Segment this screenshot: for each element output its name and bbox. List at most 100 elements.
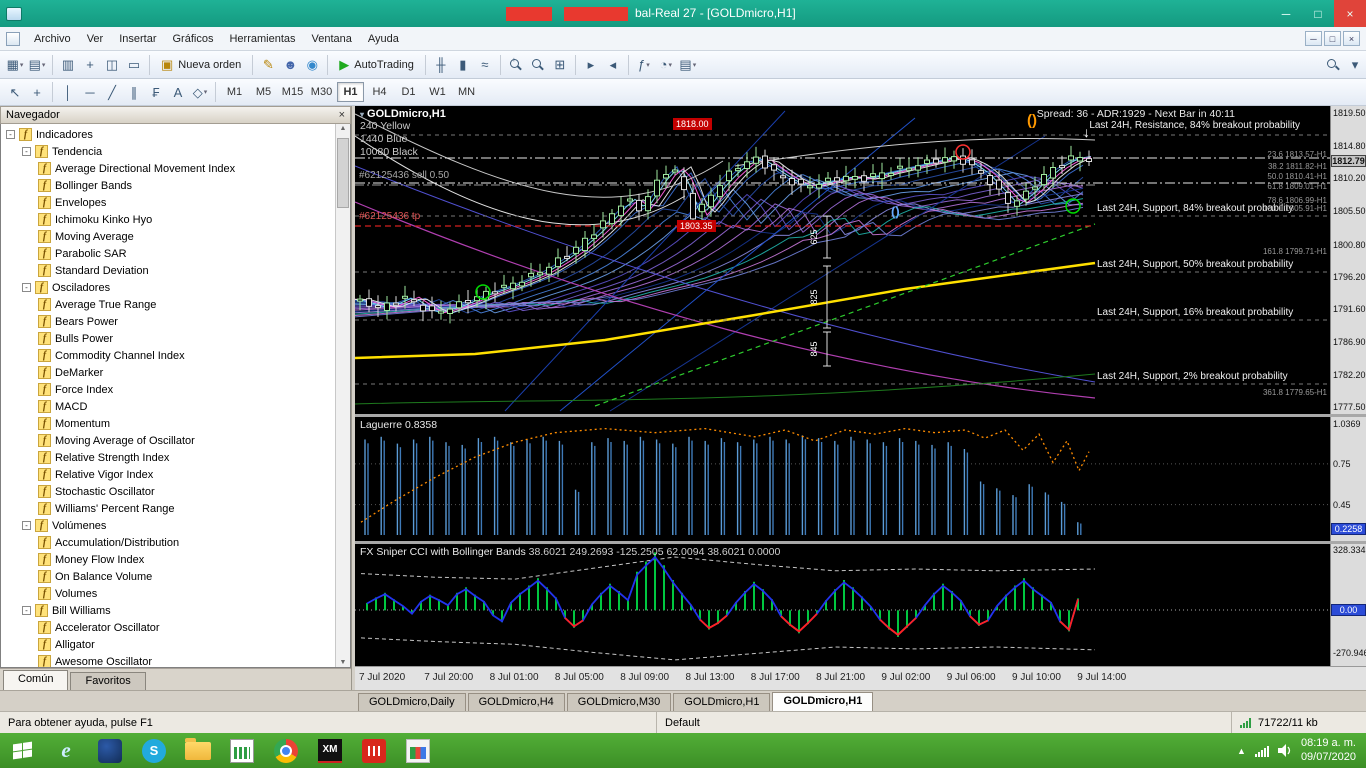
templates-icon[interactable]: ▤ ▾ xyxy=(677,54,699,76)
mdi-close-button[interactable]: × xyxy=(1343,31,1360,46)
tree-expander-icon[interactable]: - xyxy=(22,147,31,156)
maximize-button[interactable]: □ xyxy=(1302,0,1334,27)
skype-icon[interactable]: S xyxy=(132,733,176,768)
tree-item[interactable]: f Awesome Oscillator xyxy=(1,653,334,667)
chart-shift-icon[interactable]: ◂ xyxy=(602,54,624,76)
menu-herramientas[interactable]: Herramientas xyxy=(221,30,303,48)
dropdown-arrow-icon[interactable]: ▾ xyxy=(42,61,46,69)
navigator-scrollbar[interactable]: ▲ ▼ xyxy=(335,124,350,667)
timeframe-d1[interactable]: D1 xyxy=(395,82,422,102)
taskbar-clock[interactable]: 08:19 a. m. 09/07/2020 xyxy=(1301,737,1356,765)
close-button[interactable]: × xyxy=(1334,0,1366,27)
timeframe-h4[interactable]: H4 xyxy=(366,82,393,102)
mdi-minimize-button[interactable]: ─ xyxy=(1305,31,1322,46)
tree-item[interactable]: f Stochastic Oscillator xyxy=(1,483,334,500)
laguerre-panel[interactable]: Laguerre 0.8358 xyxy=(355,417,1330,541)
terminal-icon[interactable]: ▭ xyxy=(123,54,145,76)
chrome-icon[interactable] xyxy=(264,733,308,768)
experts-icon[interactable]: ☻ xyxy=(279,54,301,76)
new-order-button[interactable]: ▣ Nueva orden xyxy=(154,54,248,76)
navigator-icon[interactable]: ◫ xyxy=(101,54,123,76)
tree-root-indicadores[interactable]: - f Indicadores xyxy=(1,126,334,143)
navigator-tab-favoritos[interactable]: Favoritos xyxy=(70,672,146,690)
tree-item[interactable]: f Money Flow Index xyxy=(1,551,334,568)
internet-explorer-icon[interactable]: e xyxy=(44,733,88,768)
tree-item[interactable]: f Moving Average xyxy=(1,228,334,245)
search-icon[interactable] xyxy=(1322,54,1344,76)
timeframe-h1[interactable]: H1 xyxy=(337,82,364,102)
tree-item[interactable]: f Average Directional Movement Index xyxy=(1,160,334,177)
scroll-down-icon[interactable]: ▼ xyxy=(340,659,347,666)
crosshair-icon[interactable]: + xyxy=(26,81,48,103)
autotrading-button[interactable]: ▶ AutoTrading xyxy=(332,54,421,76)
zoom-out-icon[interactable]: − xyxy=(527,54,549,76)
metatrader-red-icon[interactable] xyxy=(352,733,396,768)
help-dropdown-icon[interactable]: ▾ xyxy=(1344,54,1366,76)
tree-item[interactable]: f Force Index xyxy=(1,381,334,398)
app-blue-icon[interactable] xyxy=(88,733,132,768)
line-chart-icon[interactable]: ≈ xyxy=(474,54,496,76)
tree-expander-icon[interactable]: - xyxy=(22,283,31,292)
navigator-close-icon[interactable]: × xyxy=(339,109,345,121)
tree-item[interactable]: f DeMarker xyxy=(1,364,334,381)
tree-item[interactable]: f Ichimoku Kinko Hyo xyxy=(1,211,334,228)
tree-group-tendencia[interactable]: - f Tendencia xyxy=(1,143,334,160)
vertical-line-icon[interactable]: │ xyxy=(57,81,79,103)
tree-item[interactable]: f Relative Strength Index xyxy=(1,449,334,466)
tree-item[interactable]: f Bears Power xyxy=(1,313,334,330)
start-button[interactable] xyxy=(0,733,44,768)
network-icon[interactable] xyxy=(1254,745,1269,757)
chart-tab-4[interactable]: GOLDmicro,H1 xyxy=(772,692,874,711)
dropdown-arrow-icon[interactable]: ▾ xyxy=(20,61,24,69)
metaeditor-icon[interactable]: ✎ xyxy=(257,54,279,76)
tree-item[interactable]: f Envelopes xyxy=(1,194,334,211)
zoom-in-icon[interactable]: + xyxy=(505,54,527,76)
menu-graficos[interactable]: Gráficos xyxy=(165,30,222,48)
tree-expander-icon[interactable]: - xyxy=(22,606,31,615)
candlestick-chart-icon[interactable]: ▮ xyxy=(452,54,474,76)
chart-tab-0[interactable]: GOLDmicro,Daily xyxy=(358,693,466,711)
tree-expander-icon[interactable]: - xyxy=(6,130,15,139)
tree-item[interactable]: f Williams' Percent Range xyxy=(1,500,334,517)
tree-item[interactable]: f Average True Range xyxy=(1,296,334,313)
xm-icon[interactable]: XM xyxy=(308,733,352,768)
profiles-icon[interactable]: ▤ ▾ xyxy=(26,54,48,76)
status-profile[interactable]: Default xyxy=(656,712,1231,733)
chart-app-icon[interactable] xyxy=(220,733,264,768)
scrollbar-thumb[interactable] xyxy=(337,138,349,208)
price-chart-plot[interactable]: 625 825 845 ▾ GOLDmicro,H1 240 Yellow 1440 … xyxy=(355,106,1330,414)
trendline-icon[interactable]: ╱ xyxy=(101,81,123,103)
tree-item[interactable]: f Parabolic SAR xyxy=(1,245,334,262)
timeframe-m5[interactable]: M5 xyxy=(250,82,277,102)
tree-group-billwilliams[interactable]: - f Bill Williams xyxy=(1,602,334,619)
status-connection[interactable]: 71722/11 kb xyxy=(1231,712,1366,733)
channel-icon[interactable]: ∥ xyxy=(123,81,145,103)
tree-item[interactable]: f Moving Average of Oscillator xyxy=(1,432,334,449)
metatrader-color-icon[interactable] xyxy=(396,733,440,768)
text-label-icon[interactable]: A xyxy=(167,81,189,103)
community-icon[interactable]: ◉ xyxy=(301,54,323,76)
dropdown-arrow-icon[interactable]: ▾ xyxy=(669,61,673,69)
cci-scale[interactable]: 328.334 0.00 -270.946 xyxy=(1330,544,1366,666)
tree-expander-icon[interactable]: - xyxy=(22,521,31,530)
chart-tab-3[interactable]: GOLDmicro,H1 xyxy=(673,693,771,711)
cci-panel[interactable]: FX Sniper CCI with Bollinger Bands 38.60… xyxy=(355,544,1330,666)
chart-tab-1[interactable]: GOLDmicro,H4 xyxy=(467,693,565,711)
new-chart-icon[interactable]: ▦ ▾ xyxy=(4,54,26,76)
tree-item[interactable]: f Alligator xyxy=(1,636,334,653)
tree-item[interactable]: f Standard Deviation xyxy=(1,262,334,279)
tile-windows-icon[interactable]: ⊞ xyxy=(549,54,571,76)
price-scale[interactable]: 1819.50 1814.80 1812.79 1810.20 1805.50 1800.… xyxy=(1330,106,1366,414)
cursor-icon[interactable]: ↖ xyxy=(4,81,26,103)
indicators-icon[interactable]: ƒ ▾ xyxy=(633,54,655,76)
menu-ayuda[interactable]: Ayuda xyxy=(360,30,407,48)
laguerre-scale[interactable]: 1.0369 0.75 0.45 0.2258 xyxy=(1330,417,1366,541)
volume-icon[interactable] xyxy=(1277,744,1292,757)
tree-item[interactable]: f Accumulation/Distribution xyxy=(1,534,334,551)
timeframe-mn[interactable]: MN xyxy=(453,82,480,102)
timeframe-m15[interactable]: M15 xyxy=(279,82,306,102)
timeframe-w1[interactable]: W1 xyxy=(424,82,451,102)
menu-insertar[interactable]: Insertar xyxy=(111,30,164,48)
tree-item[interactable]: f Relative Vigor Index xyxy=(1,466,334,483)
tree-item[interactable]: f Accelerator Oscillator xyxy=(1,619,334,636)
